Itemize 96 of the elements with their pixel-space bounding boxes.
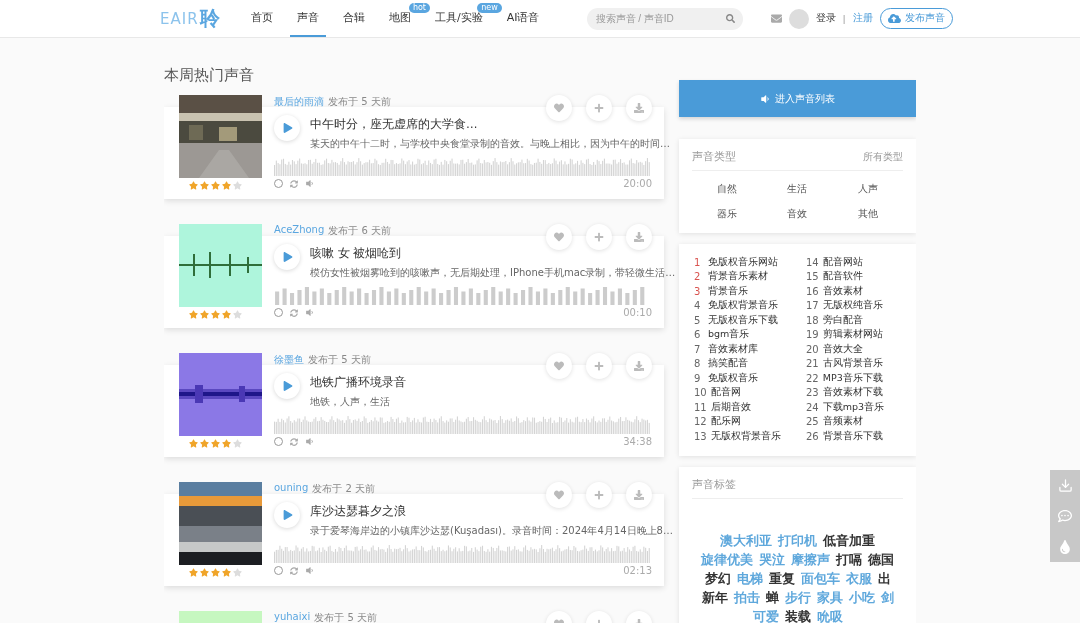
posted-time: 发布于 5 天前 [308, 353, 371, 365]
rank-number: 6 [694, 329, 702, 341]
type-link[interactable]: 生活 [787, 183, 808, 196]
tag-link[interactable]: 打嗝 [836, 551, 862, 568]
nav-tab[interactable]: 声音 [290, 0, 326, 37]
type-link[interactable]: 其他 [857, 208, 878, 221]
rank-number: 20 [806, 343, 819, 355]
rank-number: 13 [694, 430, 707, 442]
rank-number: 24 [806, 401, 819, 413]
rank-number: 2 [694, 271, 702, 283]
rank-number: 17 [806, 300, 819, 312]
rank-number: 12 [694, 416, 707, 428]
section-title: 本周热门声音 [164, 66, 255, 85]
rank-number: 18 [806, 314, 819, 326]
rank-number: 22 [806, 372, 819, 384]
ranking-link[interactable]: 配音网站 [822, 255, 863, 269]
duration: 34:38 [623, 436, 652, 447]
ranking-link[interactable]: 旁白配音 [822, 313, 863, 327]
posted-time: 发布于 6 天前 [328, 224, 392, 236]
rank-number: 14 [806, 256, 819, 268]
ranking-link[interactable]: 下载mp3音乐 [822, 400, 885, 414]
rank-number: 19 [806, 329, 819, 341]
ranking-link[interactable]: 搞笑配音 [708, 357, 748, 371]
rank-number: 21 [806, 358, 819, 370]
ranking-link[interactable]: bgm音乐 [708, 328, 750, 342]
ranking-link[interactable]: 配音软件 [822, 270, 863, 284]
posted-time: 发布于 5 天前 [328, 95, 391, 107]
nav-badge: hot [408, 3, 430, 13]
nav-badge: new [477, 3, 502, 13]
type-link[interactable]: 自然 [717, 183, 738, 196]
tag-link[interactable]: 蝉 [765, 589, 779, 606]
rank-number: 11 [694, 401, 707, 413]
rank-number: 8 [694, 358, 702, 370]
tag-link[interactable]: 梦幻 [704, 570, 731, 587]
ranking-link[interactable]: 无版权音乐下载 [708, 313, 778, 327]
duration: 20:00 [623, 178, 652, 189]
rank-number: 15 [806, 271, 819, 283]
type-link[interactable]: 器乐 [717, 208, 738, 221]
tag-link[interactable]: 装载 [784, 608, 811, 623]
tag-link[interactable]: 重复 [768, 570, 795, 587]
nav-tab[interactable]: 合辑 [336, 0, 372, 37]
ranking-link[interactable]: 免版权音乐网站 [708, 255, 778, 269]
tag-link[interactable]: 新年 [701, 589, 728, 606]
nav-tab[interactable]: AI语音 [499, 0, 547, 37]
search-field[interactable]: 搜索声音 / 声音ID [586, 7, 743, 30]
separator: | [842, 13, 846, 24]
sound-title[interactable]: 咳嗽 女 被烟呛到 [310, 246, 676, 261]
tag-link[interactable]: 出 [877, 570, 891, 587]
ranking-link[interactable]: 无版权背景音乐 [710, 429, 781, 443]
panel-title: 声音标签 [692, 477, 736, 492]
rank-number: 7 [694, 343, 702, 355]
ranking-link[interactable]: 免版权背景音乐 [708, 299, 778, 313]
nav-tab[interactable]: 首页 [244, 0, 280, 37]
ranking-link[interactable]: 免版权音乐 [708, 371, 758, 385]
tag-link[interactable]: 低音加重 [823, 532, 875, 549]
ranking-link[interactable]: 配音网 [710, 386, 741, 400]
rank-number: 5 [694, 314, 702, 326]
duration: 02:13 [623, 565, 652, 576]
type-link[interactable]: 音效 [787, 208, 808, 221]
ranking-link[interactable]: 音效素材库 [708, 342, 758, 356]
ranking-link[interactable]: 剪辑素材网站 [822, 328, 883, 342]
ranking-link[interactable]: 无版权纯音乐 [822, 299, 883, 313]
rank-number: 3 [694, 285, 702, 297]
ranking-link[interactable]: 音效素材 [822, 284, 863, 298]
sound-description: 地铁，人声，生活 [310, 395, 391, 409]
rank-number: 26 [806, 430, 819, 442]
ranking-link[interactable]: 古风背景音乐 [822, 357, 883, 371]
sound-description: 录于爱琴海岸边的小镇库沙达瑟(Kuşadası)。录音时间：2024年4月14日晚上8… [310, 524, 673, 538]
posted-time: 发布于 5 天前 [314, 611, 377, 623]
ranking-link[interactable]: 配乐网 [710, 415, 741, 429]
rank-number: 23 [806, 387, 819, 399]
rank-number: 9 [694, 372, 702, 384]
rank-number: 16 [806, 285, 819, 297]
posted-time: 发布于 2 天前 [312, 482, 375, 494]
duration: 00:10 [623, 307, 652, 318]
ranking-link[interactable]: 音频素材 [822, 415, 863, 429]
ranking-link[interactable]: 后期音效 [710, 400, 751, 414]
sound-title[interactable]: 地铁广播环境录音 [310, 375, 406, 390]
tag-link[interactable]: 德国 [868, 551, 894, 568]
ranking-link[interactable]: 背景音乐下载 [822, 429, 883, 443]
sound-description: 某天的中午十二时，与学校中央食堂录制的音效。与晚上相比，因为中午的时间… [310, 137, 670, 151]
rank-number: 1 [694, 256, 702, 268]
rank-number: 10 [694, 387, 707, 399]
sound-description: 模仿女性被烟雾呛到的咳嗽声，无后期处理，IPhone手机mac录制，带轻微生活… [310, 266, 676, 280]
ranking-link[interactable]: 背景音乐 [708, 284, 748, 298]
sound-title[interactable]: 中午时分，座无虚席的大学食… [310, 117, 670, 132]
panel-title: 声音类型 [692, 150, 736, 164]
ranking-link[interactable]: MP3音乐下载 [822, 371, 883, 385]
login-link[interactable]: 登录 [815, 12, 836, 25]
sound-title[interactable]: 库沙达瑟暮夕之浪 [310, 504, 673, 519]
ranking-link[interactable]: 音效素材下载 [822, 386, 883, 400]
type-link[interactable]: 人声 [857, 183, 878, 196]
rank-number: 4 [694, 300, 702, 312]
rank-number: 25 [806, 416, 819, 428]
ranking-link[interactable]: 背景音乐素材 [708, 270, 768, 284]
ranking-link[interactable]: 音效大全 [822, 342, 863, 356]
